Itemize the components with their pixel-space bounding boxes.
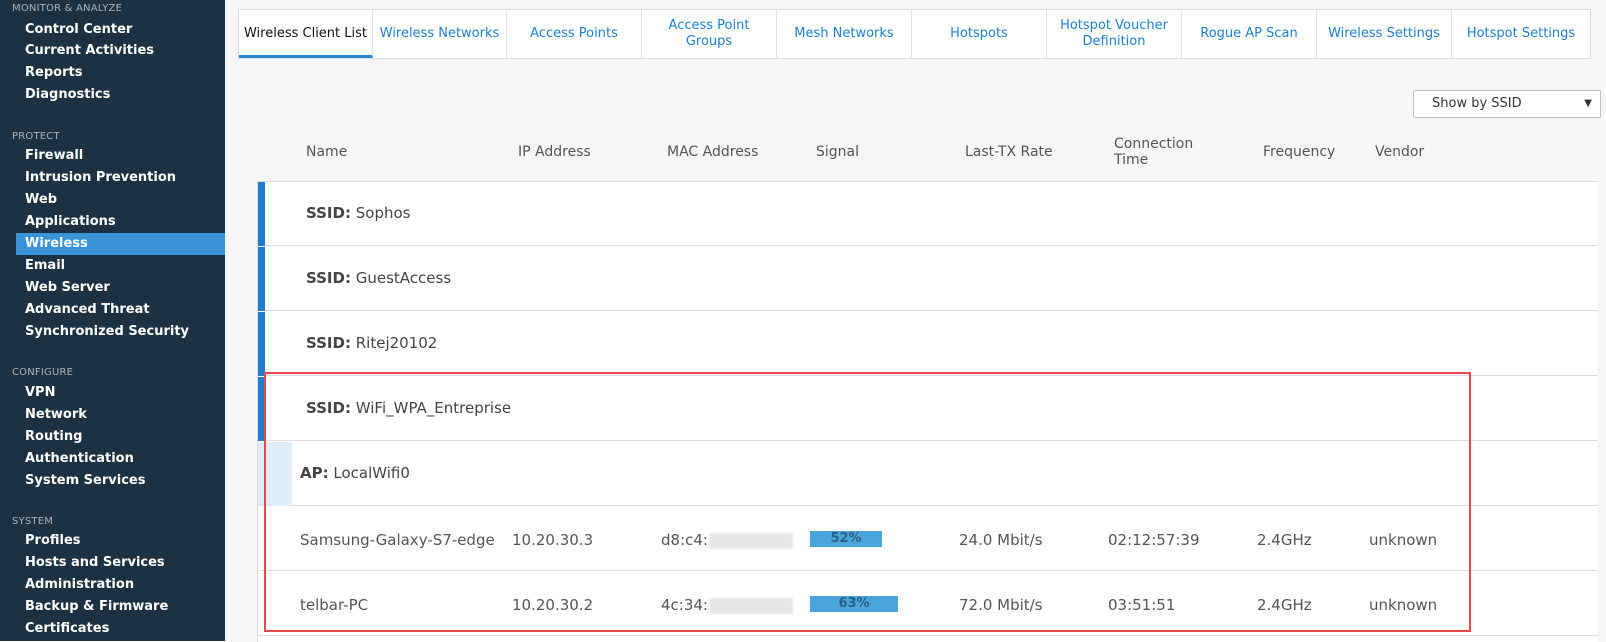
- ssid-label: SSID:: [306, 399, 351, 417]
- sidebar-item-firewall[interactable]: Firewall: [16, 145, 225, 167]
- section-title-configure: CONFIGURE: [12, 367, 74, 378]
- sidebar-item-email[interactable]: Email: [16, 255, 225, 277]
- group-indicator: [258, 247, 265, 311]
- sidebar: MONITOR & ANALYZE Control Center Current…: [0, 0, 225, 641]
- sidebar-item-reports[interactable]: Reports: [16, 62, 225, 84]
- sidebar-item-backup-firmware[interactable]: Backup & Firmware: [16, 596, 225, 618]
- sidebar-item-network[interactable]: Network: [16, 404, 225, 426]
- view-mode-value: Show by SSID: [1432, 96, 1522, 111]
- tab-hotspot-voucher-definition[interactable]: Hotspot Voucher Definition: [1047, 10, 1182, 58]
- signal-bar: 52%: [810, 531, 882, 547]
- tab-mesh-networks[interactable]: Mesh Networks: [777, 10, 912, 58]
- tab-hotspot-settings[interactable]: Hotspot Settings: [1452, 10, 1590, 58]
- ssid-group-row[interactable]: SSID: Sophos: [258, 182, 1598, 246]
- ssid-name: Sophos: [355, 204, 411, 222]
- sidebar-item-web[interactable]: Web: [16, 189, 225, 211]
- sidebar-item-profiles[interactable]: Profiles: [16, 530, 225, 552]
- client-connection-time: 02:12:57:39: [1108, 531, 1200, 549]
- mac-redacted: [708, 532, 793, 549]
- client-frequency: 2.4GHz: [1257, 596, 1312, 614]
- sidebar-item-vpn[interactable]: VPN: [16, 382, 225, 404]
- ssid-label: SSID:: [306, 269, 351, 287]
- mac-prefix: 4c:34:: [661, 596, 708, 614]
- group-indicator: [258, 182, 265, 246]
- client-ip: 10.20.30.3: [512, 531, 594, 549]
- sidebar-item-current-activities[interactable]: Current Activities: [16, 40, 225, 62]
- ssid-name: Ritej20102: [355, 334, 438, 352]
- client-connection-time: 03:51:51: [1108, 596, 1176, 614]
- ssid-label: SSID:: [306, 334, 351, 352]
- tab-wireless-settings[interactable]: Wireless Settings: [1317, 10, 1452, 58]
- client-frequency: 2.4GHz: [1257, 531, 1312, 549]
- sidebar-item-diagnostics[interactable]: Diagnostics: [16, 84, 225, 106]
- sidebar-item-web-server[interactable]: Web Server: [16, 277, 225, 299]
- tab-access-points[interactable]: Access Points: [507, 10, 642, 58]
- client-ip: 10.20.30.2: [512, 596, 594, 614]
- sidebar-item-system-services[interactable]: System Services: [16, 470, 225, 492]
- tab-access-point-groups[interactable]: Access Point Groups: [642, 10, 777, 58]
- ssid-name: WiFi_WPA_Entreprise: [355, 399, 512, 417]
- ssid-label: SSID:: [306, 204, 351, 222]
- col-header-mac[interactable]: MAC Address: [667, 144, 758, 160]
- table-row[interactable]: telbar-PC 10.20.30.2 4c:34: 63% 72.0 Mbi…: [258, 572, 1598, 636]
- sidebar-item-administration[interactable]: Administration: [16, 574, 225, 596]
- client-name: Samsung-Galaxy-S7-edge: [300, 531, 495, 549]
- sidebar-item-wireless[interactable]: Wireless: [16, 233, 225, 255]
- sidebar-item-hosts-and-services[interactable]: Hosts and Services: [16, 552, 225, 574]
- ssid-name: GuestAccess: [355, 269, 452, 287]
- col-header-signal[interactable]: Signal: [816, 144, 859, 160]
- view-mode-select[interactable]: Show by SSID ▼: [1413, 90, 1601, 118]
- sidebar-item-applications[interactable]: Applications: [16, 211, 225, 233]
- client-tx-rate: 24.0 Mbit/s: [959, 531, 1043, 549]
- client-vendor: unknown: [1369, 531, 1438, 549]
- sidebar-item-intrusion-prevention[interactable]: Intrusion Prevention: [16, 167, 225, 189]
- col-header-ip[interactable]: IP Address: [518, 144, 591, 160]
- ssid-group-row[interactable]: SSID: WiFi_WPA_Entreprise: [258, 377, 1598, 441]
- group-indicator: [258, 312, 265, 376]
- client-table: SSID: Sophos SSID: GuestAccess SSID: Rit…: [257, 181, 1598, 642]
- ap-name: LocalWifi0: [333, 464, 410, 482]
- ssid-group-row[interactable]: SSID: Ritej20102: [258, 312, 1598, 376]
- sidebar-item-advanced-threat[interactable]: Advanced Threat: [16, 299, 225, 321]
- section-title-protect: PROTECT: [12, 131, 60, 142]
- sidebar-item-synchronized-security[interactable]: Synchronized Security: [16, 321, 225, 343]
- col-header-connection-time[interactable]: Connection Time: [1114, 136, 1214, 168]
- tab-bar: Wireless Client List Wireless Networks A…: [238, 9, 1591, 59]
- signal-bar: 63%: [810, 596, 898, 612]
- col-header-frequency[interactable]: Frequency: [1263, 144, 1335, 160]
- section-title-system: SYSTEM: [12, 516, 54, 527]
- tab-wireless-client-list[interactable]: Wireless Client List: [239, 10, 373, 58]
- client-tx-rate: 72.0 Mbit/s: [959, 596, 1043, 614]
- tab-rogue-ap-scan[interactable]: Rogue AP Scan: [1182, 10, 1317, 58]
- ssid-group-row[interactable]: SSID: GuestAccess: [258, 247, 1598, 311]
- mac-prefix: d8:c4:: [661, 531, 708, 549]
- client-mac: 4c:34:: [661, 596, 793, 614]
- sidebar-item-authentication[interactable]: Authentication: [16, 448, 225, 470]
- sidebar-item-control-center[interactable]: Control Center: [16, 19, 225, 41]
- table-row[interactable]: Samsung-Galaxy-S7-edge 10.20.30.3 d8:c4:…: [258, 507, 1598, 571]
- col-header-name[interactable]: Name: [306, 144, 347, 160]
- ap-group-row[interactable]: AP: LocalWifi0: [258, 442, 1598, 506]
- mac-redacted: [709, 597, 793, 614]
- col-header-last-tx-rate[interactable]: Last-TX Rate: [965, 144, 1053, 160]
- client-vendor: unknown: [1369, 596, 1438, 614]
- sidebar-item-routing[interactable]: Routing: [16, 426, 225, 448]
- chevron-down-icon: ▼: [1584, 98, 1592, 109]
- section-title-monitor: MONITOR & ANALYZE: [12, 3, 123, 14]
- client-mac: d8:c4:: [661, 531, 793, 549]
- client-name: telbar-PC: [300, 596, 369, 614]
- tab-hotspots[interactable]: Hotspots: [912, 10, 1047, 58]
- ap-label: AP:: [300, 464, 329, 482]
- col-header-vendor[interactable]: Vendor: [1375, 144, 1424, 160]
- tab-wireless-networks[interactable]: Wireless Networks: [373, 10, 507, 58]
- ap-indicator: [258, 442, 292, 506]
- sidebar-item-certificates[interactable]: Certificates: [16, 618, 225, 640]
- group-indicator: [258, 377, 265, 441]
